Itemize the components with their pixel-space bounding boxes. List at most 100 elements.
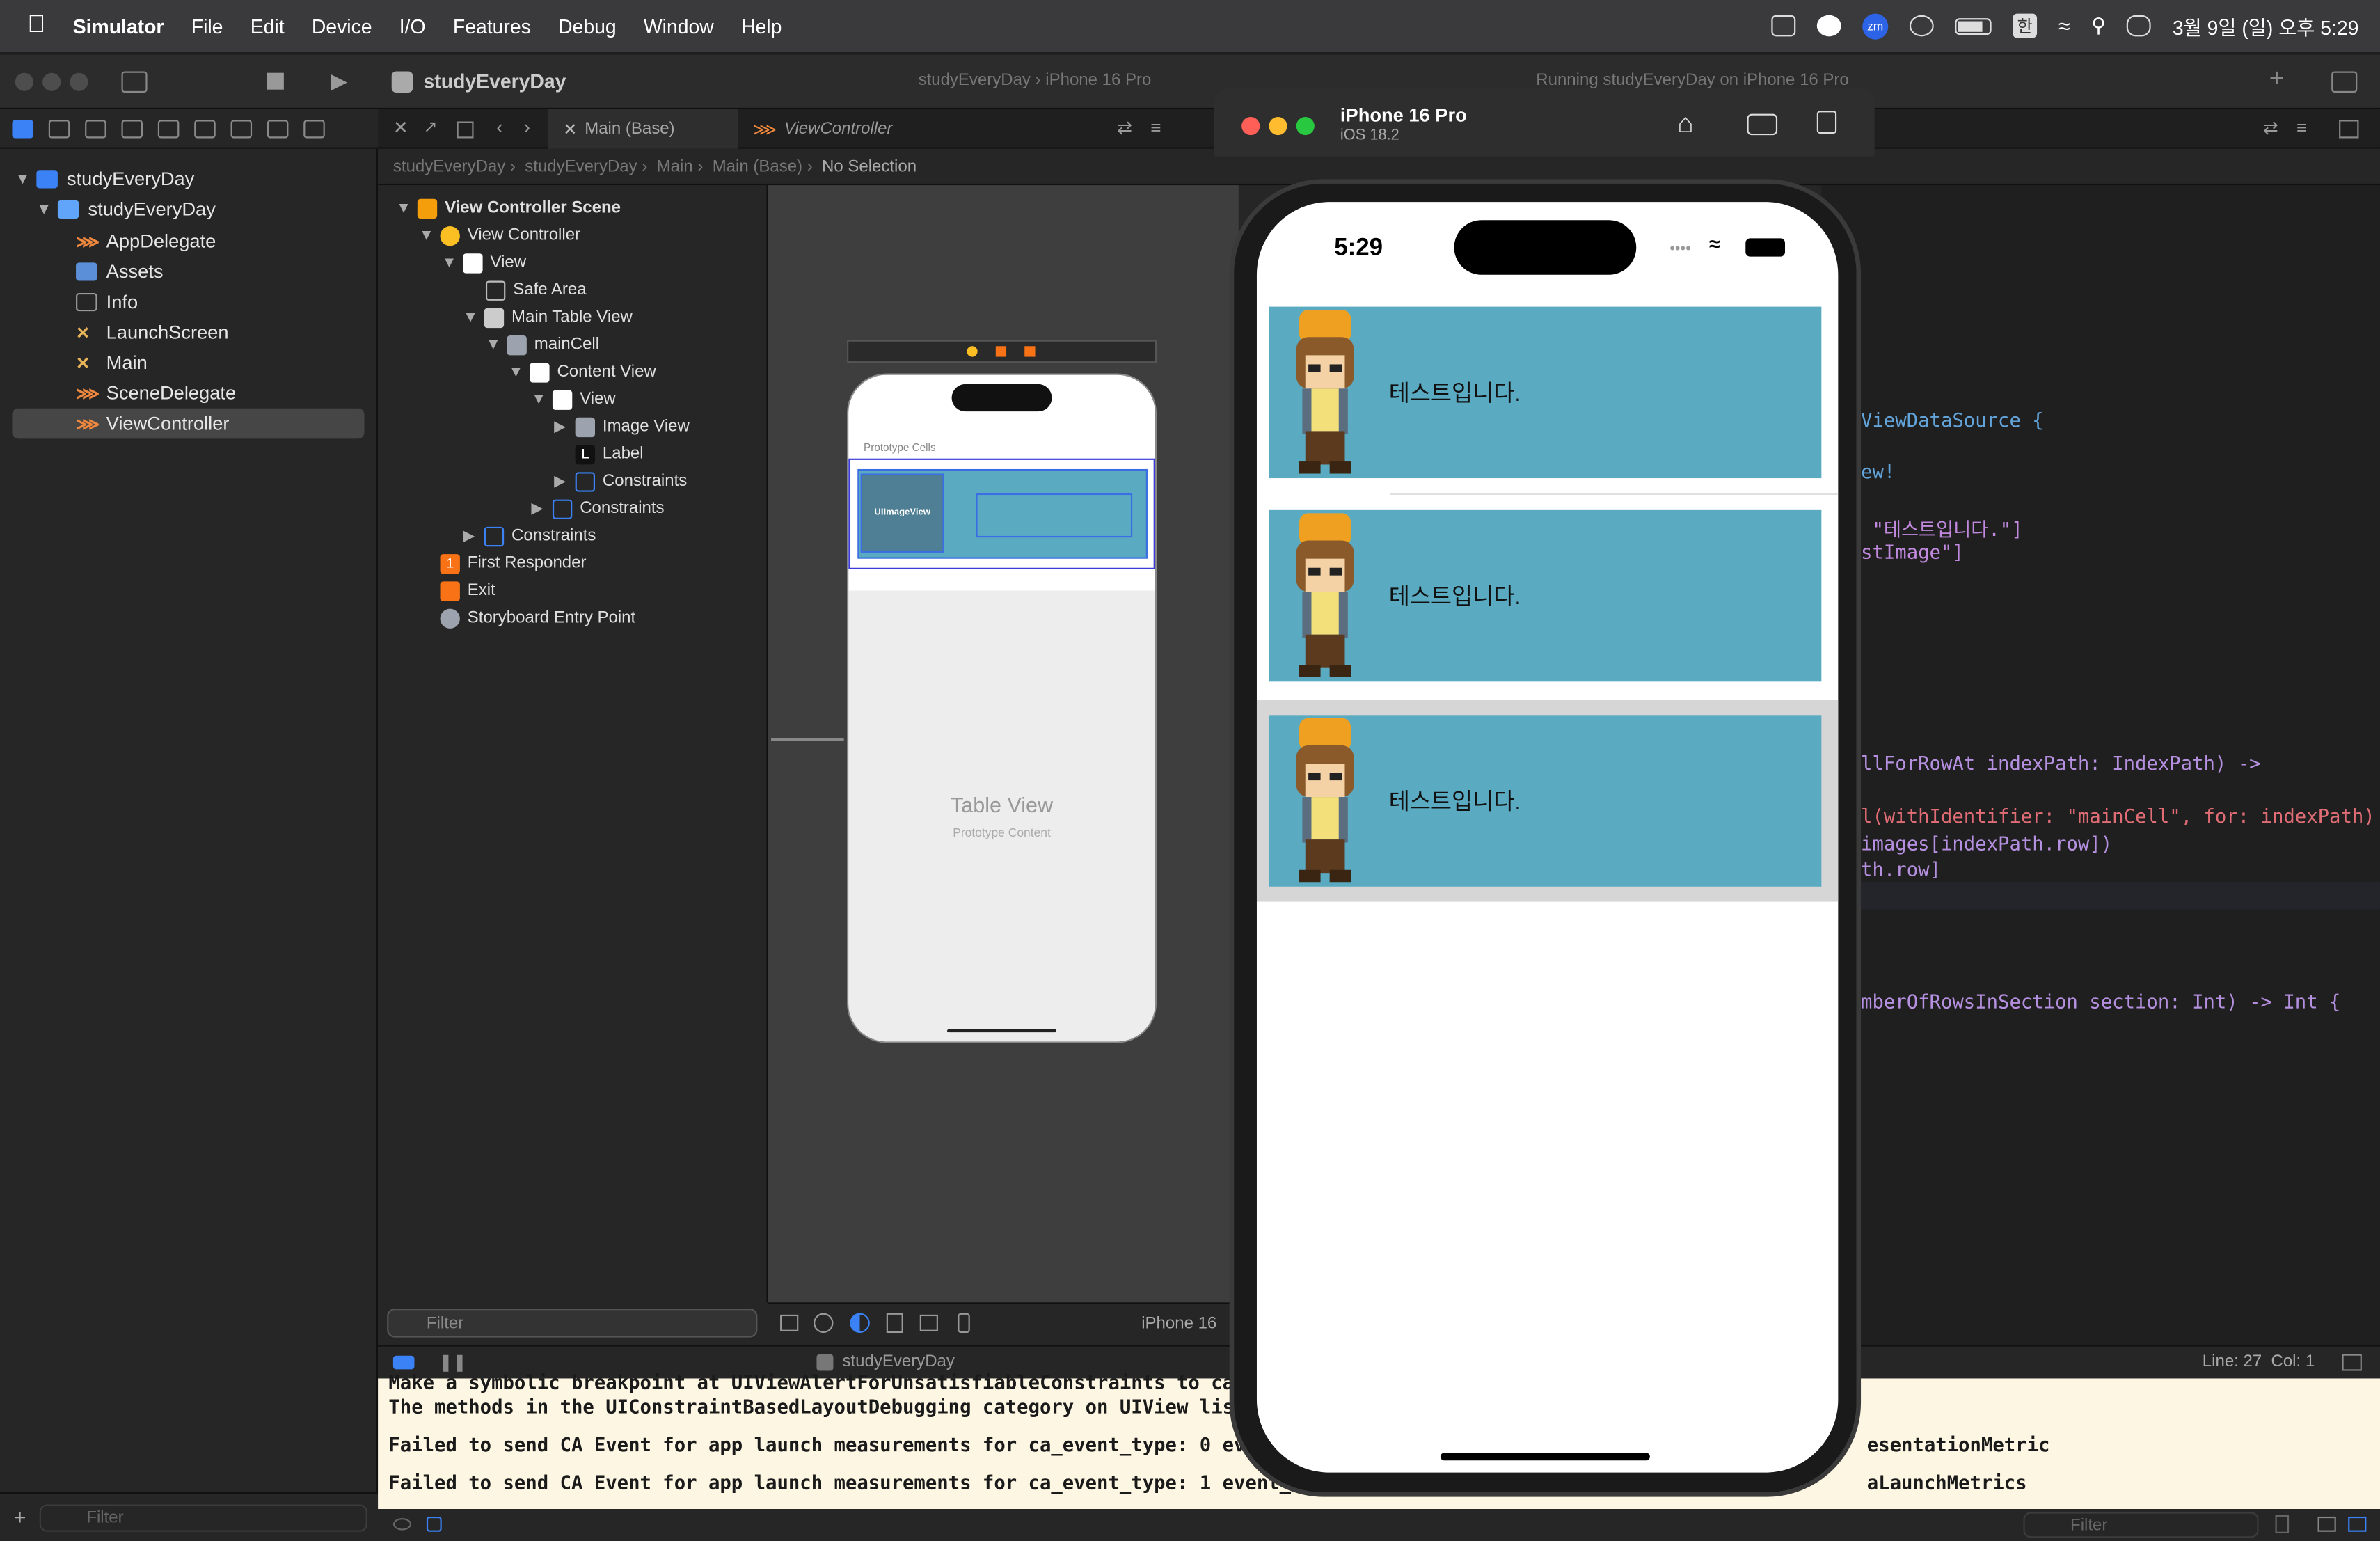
- chevron-down-icon[interactable]: ▼: [463, 309, 478, 326]
- add-file-icon[interactable]: +: [14, 1504, 26, 1528]
- close-button[interactable]: [15, 72, 33, 91]
- nav-file-info[interactable]: Info: [76, 287, 138, 317]
- zoom-icon[interactable]: zm: [1862, 13, 1889, 39]
- outline-main-cell[interactable]: ▼ mainCell: [486, 331, 599, 358]
- menu-app[interactable]: Simulator: [73, 15, 164, 38]
- bookmark-icon[interactable]: [85, 119, 106, 138]
- code-editor[interactable]: ViewDataSource { ew! "테스트입니다."] stImage"…: [1821, 185, 2380, 1400]
- jump-selection[interactable]: No Selection: [822, 157, 917, 175]
- device-icon[interactable]: [958, 1313, 970, 1334]
- outline-view[interactable]: ▼ View: [442, 249, 526, 276]
- zoom-button[interactable]: [70, 72, 88, 91]
- responder-dock-icon[interactable]: [995, 346, 1007, 357]
- play-circle-icon[interactable]: [1909, 15, 1934, 37]
- exit-dock-icon[interactable]: [1024, 346, 1036, 357]
- label-placeholder[interactable]: [976, 493, 1133, 538]
- appearance-icon[interactable]: [850, 1313, 870, 1334]
- outline-image-view[interactable]: ▶ Image View: [554, 413, 690, 440]
- outline-safe-area[interactable]: Safe Area: [485, 276, 587, 303]
- menu-window[interactable]: Window: [644, 15, 714, 38]
- outline-table-view[interactable]: ▼ Main Table View: [463, 303, 633, 331]
- screenshot-icon[interactable]: [1747, 113, 1778, 136]
- table-row[interactable]: 테스트입니다.: [1269, 509, 1822, 682]
- menu-edit[interactable]: Edit: [251, 15, 285, 38]
- chevron-down-icon[interactable]: ▼: [15, 171, 31, 187]
- menu-debug[interactable]: Debug: [558, 15, 617, 38]
- inspector-toggle-icon[interactable]: [2331, 71, 2358, 93]
- menu-help[interactable]: Help: [741, 15, 782, 38]
- chevron-down-icon[interactable]: ▼: [36, 201, 51, 218]
- filter-options-icon[interactable]: [426, 1516, 442, 1532]
- simulator-titlebar[interactable]: iPhone 16 Pro iOS 18.2 ⌂: [1214, 88, 1875, 157]
- sim-minimize-button[interactable]: [1269, 116, 1287, 136]
- sim-zoom-button[interactable]: [1296, 116, 1315, 136]
- nav-group[interactable]: ▼ studyEveryDay: [36, 194, 216, 225]
- rotate-icon[interactable]: [1816, 111, 1837, 134]
- outline-inner-view[interactable]: ▼ View: [531, 386, 616, 413]
- wifi-icon[interactable]: ≈: [2058, 14, 2070, 38]
- console-filter-field[interactable]: Filter: [2023, 1512, 2259, 1538]
- breakpoint-icon[interactable]: [267, 119, 289, 138]
- accessibility-icon[interactable]: [814, 1313, 834, 1334]
- eye-icon[interactable]: [392, 1518, 412, 1531]
- outline-content-view[interactable]: ▼ Content View: [509, 358, 656, 386]
- outline-constraints-2[interactable]: ▶ Constraints: [531, 495, 665, 522]
- nav-project[interactable]: ▼ studyEveryDay: [15, 164, 195, 195]
- storyboard-phone[interactable]: Prototype Cells UIImageView Table View P…: [847, 373, 1157, 1043]
- table-row[interactable]: 테스트입니다.: [1269, 715, 1822, 887]
- nav-file-scenedelegate[interactable]: ⋙ SceneDelegate: [76, 378, 236, 409]
- chevron-down-icon[interactable]: ▼: [531, 391, 546, 408]
- split-left-icon[interactable]: [2317, 1516, 2336, 1532]
- outline-first-responder[interactable]: 1 First Responder: [440, 550, 586, 577]
- folder-icon[interactable]: [12, 119, 33, 138]
- vc-dock-icon[interactable]: [967, 346, 978, 357]
- jump-project[interactable]: studyEveryDay: [393, 157, 505, 175]
- outline-filter-field[interactable]: Filter: [387, 1309, 758, 1338]
- device-selector[interactable]: iPhone 16: [1141, 1315, 1216, 1333]
- tab-viewcontroller[interactable]: ⋙ ViewController: [738, 109, 907, 149]
- stop-icon[interactable]: [267, 72, 284, 90]
- uiimageview-placeholder[interactable]: UIImageView: [860, 473, 944, 553]
- jump-file[interactable]: Main: [657, 157, 693, 175]
- outline-entry-point[interactable]: Storyboard Entry Point: [440, 604, 635, 631]
- nav-file-main[interactable]: ✕ Main: [76, 347, 148, 378]
- menu-io[interactable]: I/O: [399, 15, 426, 38]
- chevron-down-icon[interactable]: ▼: [442, 254, 457, 271]
- navigator-filter-field[interactable]: Filter: [39, 1504, 367, 1532]
- run-icon[interactable]: ▶: [331, 68, 347, 94]
- sidebar-toggle-icon[interactable]: [121, 71, 148, 93]
- trash-icon[interactable]: [2275, 1515, 2290, 1533]
- chevron-right-icon[interactable]: ▶: [554, 418, 569, 435]
- chevron-down-icon[interactable]: ▼: [396, 200, 411, 216]
- orientation-icon[interactable]: [886, 1313, 903, 1334]
- issue-icon[interactable]: [157, 119, 180, 138]
- outline-view-controller[interactable]: ▼ View Controller: [419, 221, 580, 248]
- nav-file-launchscreen[interactable]: ✕ LaunchScreen: [76, 317, 228, 348]
- inspector-toggle-icon[interactable]: [2342, 1354, 2362, 1371]
- report-icon[interactable]: [303, 119, 325, 138]
- forward-icon[interactable]: ›: [523, 116, 530, 139]
- nav-file-assets[interactable]: Assets: [76, 257, 164, 287]
- outline-constraints-1[interactable]: ▶ Constraints: [554, 468, 687, 495]
- chevron-right-icon[interactable]: ▶: [463, 528, 478, 544]
- interface-builder-canvas[interactable]: Prototype Cells UIImageView Table View P…: [768, 185, 1239, 1400]
- refresh-icon-2[interactable]: ⇄: [2263, 117, 2278, 139]
- chevron-right-icon[interactable]: ▶: [554, 473, 569, 489]
- jump-group[interactable]: studyEveryDay: [525, 157, 637, 175]
- outline-scene[interactable]: ▼ View Controller Scene: [396, 194, 621, 221]
- find-icon[interactable]: [121, 119, 143, 138]
- minimize-button[interactable]: [42, 72, 61, 91]
- control-center-icon[interactable]: [2127, 15, 2152, 37]
- home-icon[interactable]: ⌂: [1677, 108, 1694, 140]
- split-icon[interactable]: [2339, 120, 2359, 139]
- menu-device[interactable]: Device: [312, 15, 372, 38]
- outline-constraints-3[interactable]: ▶ Constraints: [463, 522, 596, 549]
- menu-file[interactable]: File: [191, 15, 223, 38]
- chevron-down-icon[interactable]: ▼: [509, 363, 524, 380]
- chevron-right-icon[interactable]: ▶: [531, 500, 546, 517]
- split-right-icon[interactable]: [2348, 1516, 2367, 1532]
- grid-icon[interactable]: [457, 121, 474, 139]
- add-icon[interactable]: +: [2269, 64, 2285, 95]
- prototype-cell[interactable]: UIImageView: [848, 458, 1155, 569]
- source-control-icon[interactable]: [48, 119, 70, 138]
